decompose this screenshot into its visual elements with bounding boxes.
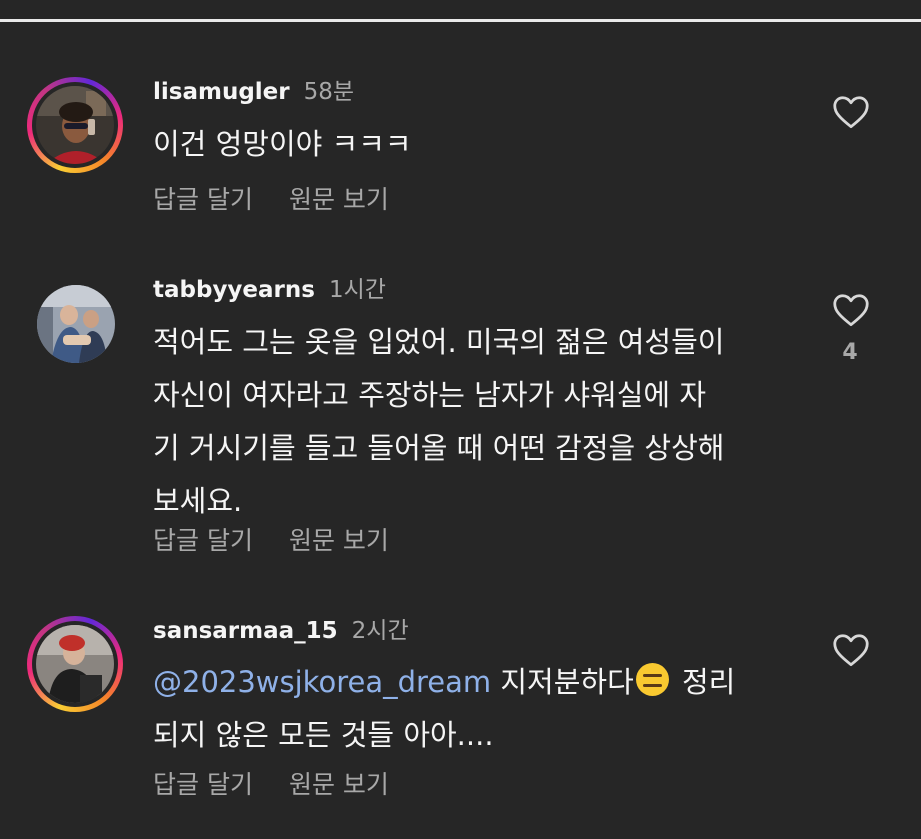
see-original-button[interactable]: 원문 보기 bbox=[289, 185, 389, 214]
reply-button[interactable]: 답글 달기 bbox=[153, 185, 253, 214]
comment-header: tabbyyearns 1시간 bbox=[153, 270, 386, 304]
avatar bbox=[37, 285, 115, 363]
comment-actions: 답글 달기 원문 보기 bbox=[153, 765, 389, 801]
username[interactable]: sansarmaa_15 bbox=[153, 618, 338, 644]
avatar-story-ring[interactable] bbox=[27, 616, 123, 712]
avatar-story-ring[interactable] bbox=[27, 77, 123, 173]
comment-text: 이건 엉망이야 ㅋㅋㅋ bbox=[153, 127, 412, 161]
comment-line: 적어도 그는 옷을 입었어. 미국의 젊은 여성들이 bbox=[153, 325, 725, 359]
username[interactable]: tabbyyearns bbox=[153, 277, 315, 303]
comment-header: lisamugler 58분 bbox=[153, 72, 354, 106]
see-original-button[interactable]: 원문 보기 bbox=[289, 526, 389, 555]
comment-text: @2023wsjkorea_dream 지저분하다 정리 되지 않은 모든 것들… bbox=[153, 656, 813, 762]
heart-icon[interactable] bbox=[832, 293, 870, 327]
comment-line: @2023wsjkorea_dream 지저분하다 정리 bbox=[153, 663, 736, 699]
comment-line: 자신이 여자라고 주장하는 남자가 샤워실에 자 bbox=[153, 378, 707, 412]
see-original-button[interactable]: 원문 보기 bbox=[289, 770, 389, 799]
comment-header: sansarmaa_15 2시간 bbox=[153, 611, 409, 645]
top-divider bbox=[0, 19, 921, 22]
heart-icon[interactable] bbox=[832, 633, 870, 667]
timestamp: 58분 bbox=[303, 79, 355, 105]
timestamp: 2시간 bbox=[351, 618, 409, 644]
avatar-wrap[interactable] bbox=[27, 275, 123, 371]
heart-icon[interactable] bbox=[832, 95, 870, 129]
comment-text: 적어도 그는 옷을 입었어. 미국의 젊은 여성들이 자신이 여자라고 주장하는… bbox=[153, 316, 813, 528]
like-count: 4 bbox=[842, 340, 858, 365]
reply-button[interactable]: 답글 달기 bbox=[153, 770, 253, 799]
comment-actions: 답글 달기 원문 보기 bbox=[153, 521, 389, 557]
username[interactable]: lisamugler bbox=[153, 79, 290, 105]
comment-line: 되지 않은 모든 것들 아아.... bbox=[153, 718, 494, 752]
expressionless-face-emoji-icon bbox=[635, 663, 669, 696]
timestamp: 1시간 bbox=[328, 277, 386, 303]
mention-link[interactable]: @2023wsjkorea_dream bbox=[153, 665, 491, 699]
avatar bbox=[36, 86, 114, 164]
reply-button[interactable]: 답글 달기 bbox=[153, 526, 253, 555]
avatar bbox=[36, 625, 114, 703]
comment-actions: 답글 달기 원문 보기 bbox=[153, 180, 389, 216]
comment-line: 기 거시기를 들고 들어올 때 어떤 감정을 상상해 bbox=[153, 431, 725, 465]
